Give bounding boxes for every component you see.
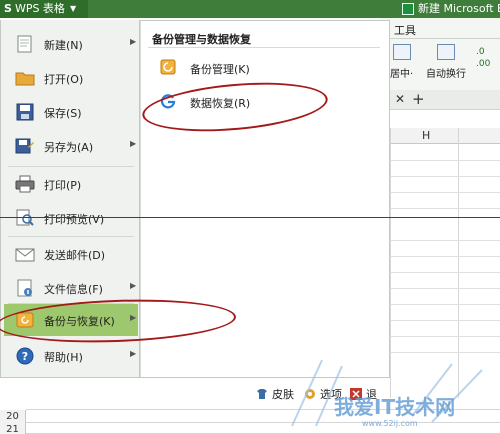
svg-text:?: ? [22, 350, 28, 363]
submenu-divider [148, 47, 380, 48]
wrap-text-icon [437, 44, 455, 60]
number-format-buttons[interactable]: .0 .00 [476, 46, 500, 70]
submenu-item-label: 备份管理(K) [190, 63, 250, 76]
grid-line [380, 160, 500, 161]
save-icon [16, 103, 34, 121]
window-title: 新建 Microsoft Exce [402, 0, 500, 18]
wps-menu-button[interactable]: S WPS 表格 ▼ [0, 0, 88, 18]
menu-item-label: 打开(O) [44, 73, 84, 86]
help-icon: ? [16, 347, 34, 365]
print-icon [15, 175, 35, 193]
backup-manage-icon [160, 59, 176, 75]
wps-logo-icon: S [4, 2, 12, 15]
file-info-icon [17, 279, 32, 297]
menu-item-label: 帮助(H) [44, 351, 83, 364]
grid-line [380, 336, 500, 337]
menu-item-label: 保存(S) [44, 107, 82, 120]
menu-item-open[interactable]: 打开(O) [4, 62, 138, 94]
annotation-line [0, 217, 500, 218]
menu-divider [8, 166, 134, 167]
column-header-row [380, 128, 500, 144]
wrap-text-button[interactable]: 自动换行 [426, 44, 466, 80]
merge-icon [392, 44, 411, 60]
spreadsheet-icon [402, 3, 414, 15]
menu-item-help[interactable]: ? 帮助(H) ▶ [4, 340, 138, 372]
menu-item-save-as[interactable]: 另存为(A) ▶ [4, 130, 138, 162]
chevron-right-icon: ▶ [130, 281, 137, 290]
grid-line [380, 320, 500, 321]
menu-item-print[interactable]: 打印(P) [4, 168, 138, 200]
grid-line [380, 288, 500, 289]
grid-line [380, 176, 500, 177]
shirt-icon [257, 389, 267, 399]
menu-item-label: 文件信息(F) [44, 283, 103, 296]
menu-item-label: 发送邮件(D) [44, 249, 106, 262]
menu-item-label: 新建(N) [44, 39, 83, 52]
grid-line [380, 256, 500, 257]
menu-item-print-preview[interactable]: 打印预览(V) [4, 202, 138, 234]
grid-line [380, 304, 500, 305]
tab-tools[interactable]: 工具 [394, 22, 416, 38]
row-header-20[interactable]: 20 [0, 410, 26, 423]
watermark-text: 我爱IT技术网 [334, 395, 455, 419]
submenu-item-backup-manage[interactable]: 备份管理(K) [160, 56, 360, 82]
wrap-text-label: 自动换行 [426, 69, 466, 80]
add-tab-icon[interactable]: + [412, 90, 425, 108]
grid-line [380, 208, 500, 209]
chevron-right-icon: ▶ [130, 349, 137, 358]
save-as-icon [15, 138, 34, 154]
chevron-right-icon: ▶ [130, 139, 137, 148]
menu-item-save[interactable]: 保存(S) [4, 96, 138, 128]
menu-item-label: 打印(P) [44, 179, 82, 192]
row-header-21[interactable]: 21 [0, 423, 26, 434]
new-icon [17, 35, 32, 53]
wps-menu-label: WPS 表格 [14, 2, 65, 15]
menu-item-label: 另存为(A) [44, 141, 94, 154]
menu-item-send-mail[interactable]: 发送邮件(D) [4, 238, 138, 270]
merge-label: 居中· [390, 69, 414, 80]
ribbon-divider [380, 38, 500, 39]
grid-line [380, 192, 500, 193]
grid-line [380, 272, 500, 273]
window-title-text: 新建 Microsoft Exce [418, 2, 500, 15]
menu-divider [8, 236, 134, 237]
menu-item-new[interactable]: 新建(N) ▶ [4, 28, 138, 60]
column-header-h[interactable]: H [422, 129, 430, 142]
grid-line [380, 240, 500, 241]
print-preview-icon [16, 209, 34, 226]
watermark: 我爱IT技术网 www.52ij.com [291, 359, 483, 428]
mail-icon [15, 248, 35, 262]
merge-center-button[interactable]: 居中· [390, 44, 413, 80]
close-tab-icon[interactable]: ✕ [395, 92, 405, 106]
watermark-url: www.52ij.com [362, 419, 418, 428]
chevron-right-icon: ▶ [130, 37, 137, 46]
submenu-title: 备份管理与数据恢复 [152, 33, 251, 46]
chevron-down-icon: ▼ [69, 4, 77, 13]
open-folder-icon [15, 72, 35, 86]
grid-line [380, 352, 500, 353]
menu-item-label: 打印预览(V) [44, 213, 105, 226]
